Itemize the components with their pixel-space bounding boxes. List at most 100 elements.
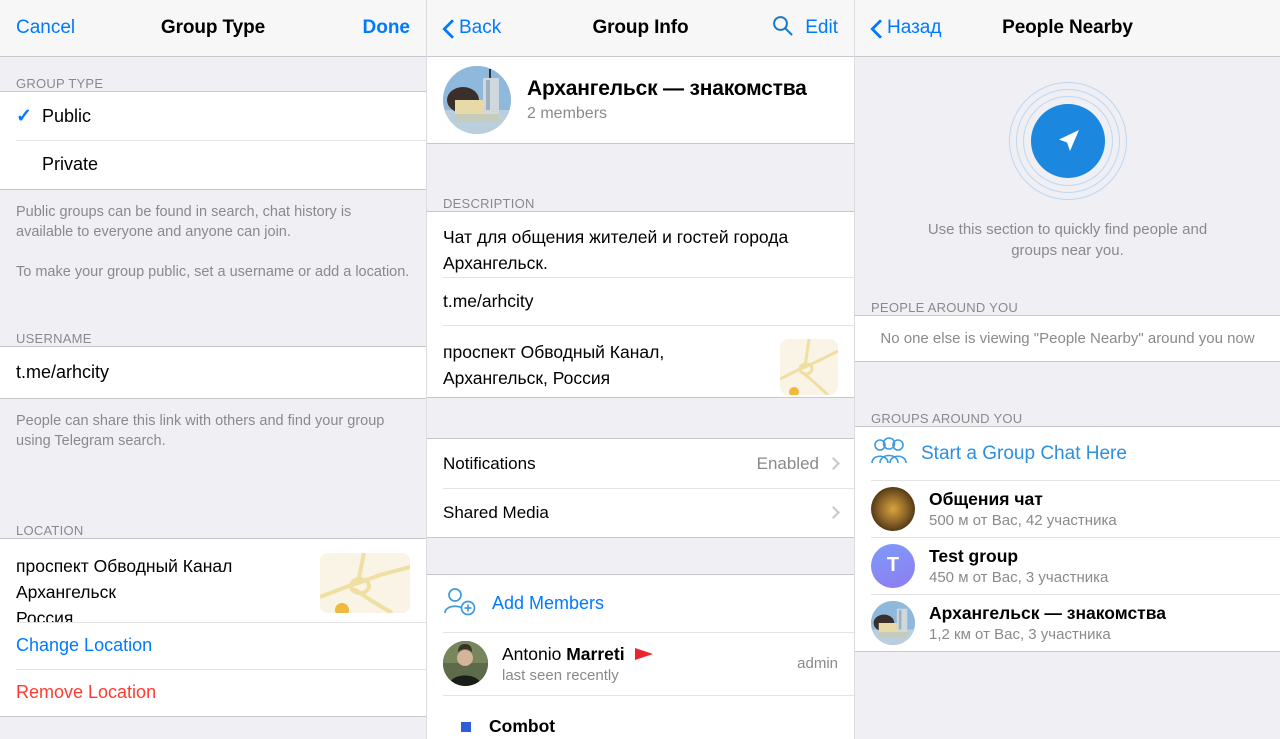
navbar-group-info: Back Group Info Edit xyxy=(427,0,854,57)
username-field[interactable]: t.me/arhcity xyxy=(0,346,426,398)
back-button[interactable]: Back xyxy=(443,17,501,39)
back-button[interactable]: Назад xyxy=(871,17,941,39)
section-header-username: USERNAME xyxy=(0,318,426,346)
group-distance: 500 м от Вас, 42 участника xyxy=(929,511,1117,529)
start-group-chat-button[interactable]: Start a Group Chat Here xyxy=(855,426,1280,480)
spacer-groups xyxy=(855,362,1280,394)
member-avatar xyxy=(443,641,488,686)
description-text: Чат для общения жителей и гостей города … xyxy=(443,227,789,273)
panel-group-info: Back Group Info Edit Архангельск — знако… xyxy=(427,0,855,739)
group-row-2[interactable]: Архангельск — знакомства 1,2 км от Вас, … xyxy=(855,594,1280,651)
navbar-group-type: Cancel Group Type Done xyxy=(0,0,426,57)
description-row[interactable]: Чат для общения жителей и гостей города … xyxy=(427,211,854,277)
group-member-count: 2 members xyxy=(527,105,608,122)
status-badge: admin xyxy=(797,655,838,672)
section-header-people: PEOPLE AROUND YOU xyxy=(855,279,1280,315)
group-distance: 450 м от Вас, 3 участника xyxy=(929,568,1109,586)
option-private-label: Private xyxy=(42,154,99,174)
note-username: People can share this link with others a… xyxy=(0,398,426,457)
group-name: Архангельск — знакомства xyxy=(527,77,807,100)
people-empty-message: No one else is viewing "People Nearby" a… xyxy=(855,315,1280,362)
hero-description: Use this section to quickly find people … xyxy=(927,221,1208,259)
panel-people-nearby: Назад People Nearby Use this section to … xyxy=(855,0,1280,739)
group-name: Общения чат xyxy=(929,488,1043,509)
map-thumbnail-icon xyxy=(780,339,838,395)
done-button[interactable]: Done xyxy=(363,17,411,39)
edit-button[interactable]: Edit xyxy=(805,17,838,39)
member-text: Combot xyxy=(489,716,555,737)
location-row[interactable]: проспект Обводный Канал, Архангельск, Ро… xyxy=(427,325,854,397)
row-notifications-label: Notifications xyxy=(443,453,536,473)
group-type-scroll[interactable]: GROUP TYPE ✓ Public Private Public group… xyxy=(0,57,426,739)
people-nearby-scroll[interactable]: Use this section to quickly find people … xyxy=(855,57,1280,739)
member-row-combot[interactable]: Combot xyxy=(427,695,854,739)
three-panel-screenshot: Cancel Group Type Done GROUP TYPE ✓ Publ… xyxy=(0,0,1280,739)
bottom-spacer xyxy=(855,651,1280,731)
spacer-username xyxy=(0,282,426,318)
row-notifications[interactable]: Notifications Enabled xyxy=(427,439,854,488)
group-text: Test group 450 м от Вас, 3 участника xyxy=(929,546,1108,586)
add-members-button[interactable]: Add Members xyxy=(427,575,854,632)
group-avatar xyxy=(443,66,511,134)
spacer-description xyxy=(427,143,854,181)
group-avatar xyxy=(871,600,915,645)
bot-square-icon xyxy=(461,721,471,732)
row-shared-media-label: Shared Media xyxy=(443,502,549,522)
group-text: Архангельск — знакомства 1,2 км от Вас, … xyxy=(929,603,1166,643)
link-text: t.me/arhcity xyxy=(443,291,534,311)
location-arrow-icon xyxy=(1030,104,1105,178)
add-members-label: Add Members xyxy=(492,593,605,613)
map-thumbnail-icon xyxy=(320,553,410,613)
member-text: Antonio Marreti last seen recently xyxy=(502,644,654,684)
change-location-button[interactable]: Change Location xyxy=(0,622,426,669)
group-row-0[interactable]: Общения чат 500 м от Вас, 42 участника xyxy=(855,480,1280,537)
row-notifications-value: Enabled xyxy=(756,453,819,473)
group-profile-text: Архангельск — знакомства 2 members xyxy=(527,77,807,123)
hero-section: Use this section to quickly find people … xyxy=(855,57,1280,279)
chevron-left-icon xyxy=(871,19,882,38)
section-header-group-type: GROUP TYPE xyxy=(0,57,426,91)
avatar-initial: T xyxy=(886,554,900,576)
member-name: Antonio Marreti xyxy=(502,644,654,665)
navbar-actions: Edit xyxy=(772,15,838,42)
radar-icon xyxy=(1008,81,1128,201)
username-value: t.me/arhcity xyxy=(16,362,110,382)
group-text: Общения чат 500 м от Вас, 42 участника xyxy=(929,489,1117,529)
note-make-public: To make your group public, set a usernam… xyxy=(0,248,426,282)
group-people-icon xyxy=(871,437,907,470)
option-public[interactable]: ✓ Public xyxy=(0,91,426,140)
cancel-button[interactable]: Cancel xyxy=(16,17,75,39)
option-public-label: Public xyxy=(42,105,92,126)
navbar-people-nearby: Назад People Nearby xyxy=(855,0,1280,57)
location-row[interactable]: проспект Обводный Канал Архангельск Росс… xyxy=(0,538,426,628)
option-private[interactable]: Private xyxy=(0,140,426,189)
spacer-location xyxy=(0,457,426,508)
member-status: last seen recently xyxy=(502,666,619,684)
search-icon[interactable] xyxy=(772,15,793,42)
group-name: Test group xyxy=(929,545,1019,566)
chevron-right-icon xyxy=(827,506,840,519)
remove-location-button[interactable]: Remove Location xyxy=(0,669,426,716)
location-line-2: Архангельск xyxy=(16,582,117,602)
start-group-chat-label: Start a Group Chat Here xyxy=(921,442,1127,464)
row-shared-media[interactable]: Shared Media xyxy=(427,488,854,537)
location-text: проспект Обводный Канал, Архангельск, Ро… xyxy=(443,342,665,388)
chevron-left-icon xyxy=(443,19,454,38)
checkmark-icon: ✓ xyxy=(16,105,32,127)
group-avatar xyxy=(871,486,915,531)
group-profile-header[interactable]: Архангельск — знакомства 2 members xyxy=(427,57,854,143)
member-name: Combot xyxy=(489,716,556,736)
panel-group-type: Cancel Group Type Done GROUP TYPE ✓ Publ… xyxy=(0,0,427,739)
section-header-description: DESCRIPTION xyxy=(427,181,854,211)
section-header-location: LOCATION xyxy=(0,508,426,538)
group-row-1[interactable]: T Test group 450 м от Вас, 3 участника xyxy=(855,537,1280,594)
add-person-icon xyxy=(443,586,477,621)
bottom-spacer xyxy=(0,716,426,734)
member-row-antonio[interactable]: Antonio Marreti last seen recently admin xyxy=(427,632,854,695)
note-public-groups: Public groups can be found in search, ch… xyxy=(0,189,426,248)
location-address: проспект Обводный Канал Архангельск Росс… xyxy=(16,553,232,631)
chevron-right-icon xyxy=(827,457,840,470)
group-info-scroll[interactable]: Архангельск — знакомства 2 members DESCR… xyxy=(427,57,854,739)
group-distance: 1,2 км от Вас, 3 участника xyxy=(929,625,1111,643)
link-row[interactable]: t.me/arhcity xyxy=(427,277,854,325)
